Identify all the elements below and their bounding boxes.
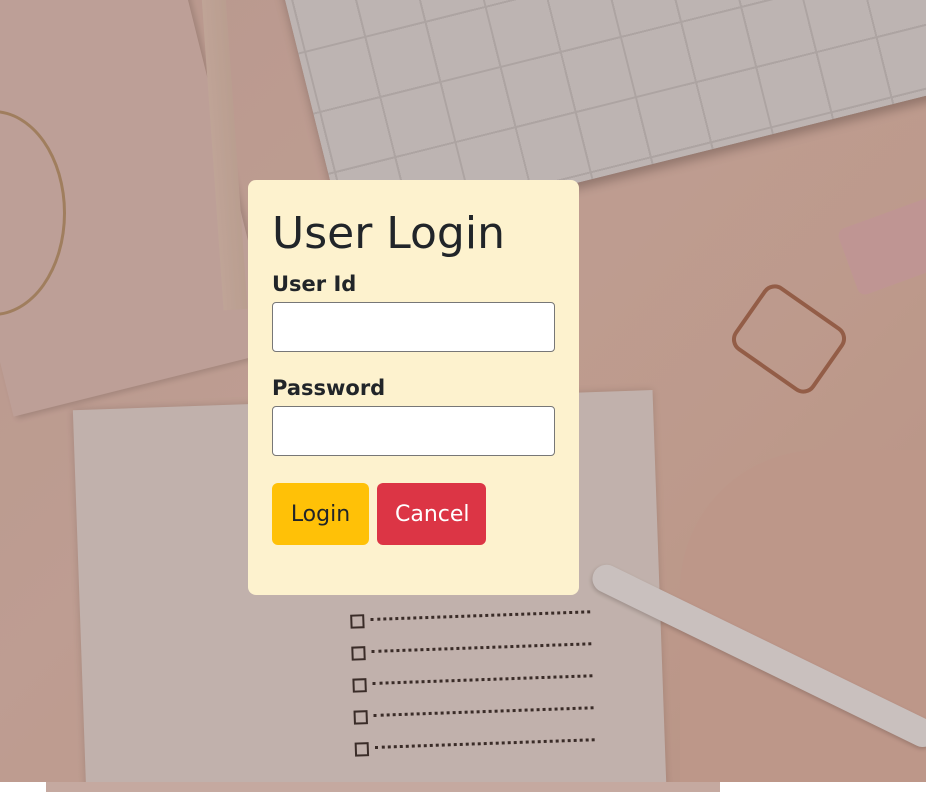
login-card: User Login User Id Password Login Cancel bbox=[248, 180, 579, 595]
page-bottom-strip bbox=[0, 782, 926, 792]
password-input[interactable] bbox=[272, 406, 555, 456]
login-title: User Login bbox=[272, 208, 505, 259]
password-label: Password bbox=[272, 376, 386, 400]
user-id-input[interactable] bbox=[272, 302, 555, 352]
cancel-button[interactable]: Cancel bbox=[377, 483, 486, 545]
user-id-label: User Id bbox=[272, 272, 357, 296]
login-button[interactable]: Login bbox=[272, 483, 369, 545]
form-buttons: Login Cancel bbox=[272, 483, 555, 545]
